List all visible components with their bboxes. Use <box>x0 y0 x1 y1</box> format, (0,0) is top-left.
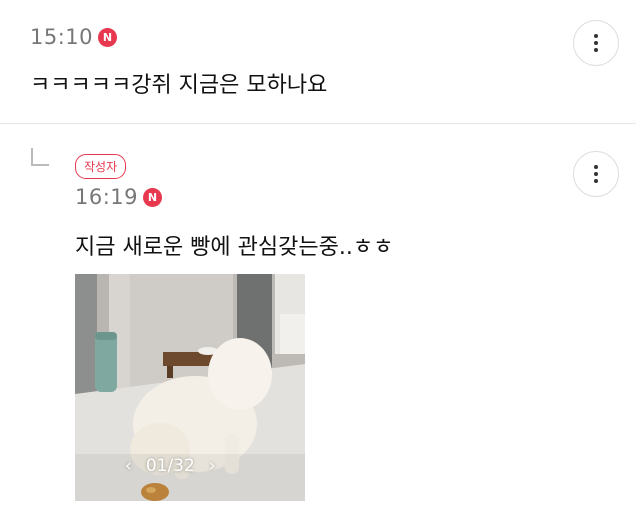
more-dot-icon <box>594 165 598 169</box>
chevron-left-icon[interactable]: ‹ <box>125 456 132 476</box>
author-badge: 작성자 <box>75 154 127 179</box>
more-dot-icon <box>594 172 598 176</box>
more-dot-icon <box>594 48 598 52</box>
new-badge-icon: N <box>143 187 163 207</box>
chevron-right-icon[interactable]: › <box>209 456 216 476</box>
photo-pager: ‹ 01/32 › <box>125 456 216 476</box>
photo-counter: 01/32 <box>145 456 195 476</box>
reply-arrow-icon <box>31 148 49 166</box>
comment: 15:10 N ㅋㅋㅋㅋㅋ강쥐 지금은 모하나요 <box>0 0 636 123</box>
reply-text: 지금 새로운 빵에 관심갖는중..ㅎㅎ <box>75 235 394 260</box>
reply-meta: 16:19 N <box>75 185 163 209</box>
comment-time: 15:10 <box>30 25 94 49</box>
more-options-button[interactable] <box>573 151 619 197</box>
reply-time: 16:19 <box>75 185 139 209</box>
attached-photo[interactable]: ‹ 01/32 › <box>75 274 305 501</box>
reply-comment: 작성자 16:19 N 지금 새로운 빵에 관심갖는중..ㅎㅎ ‹ 01/32 … <box>0 124 636 527</box>
new-badge-icon: N <box>98 27 118 47</box>
more-options-button[interactable] <box>573 20 619 66</box>
comment-meta: 15:10 N <box>30 25 118 49</box>
more-dot-icon <box>594 41 598 45</box>
more-dot-icon <box>594 179 598 183</box>
comment-text: ㅋㅋㅋㅋㅋ강쥐 지금은 모하나요 <box>30 73 328 98</box>
more-dot-icon <box>594 34 598 38</box>
